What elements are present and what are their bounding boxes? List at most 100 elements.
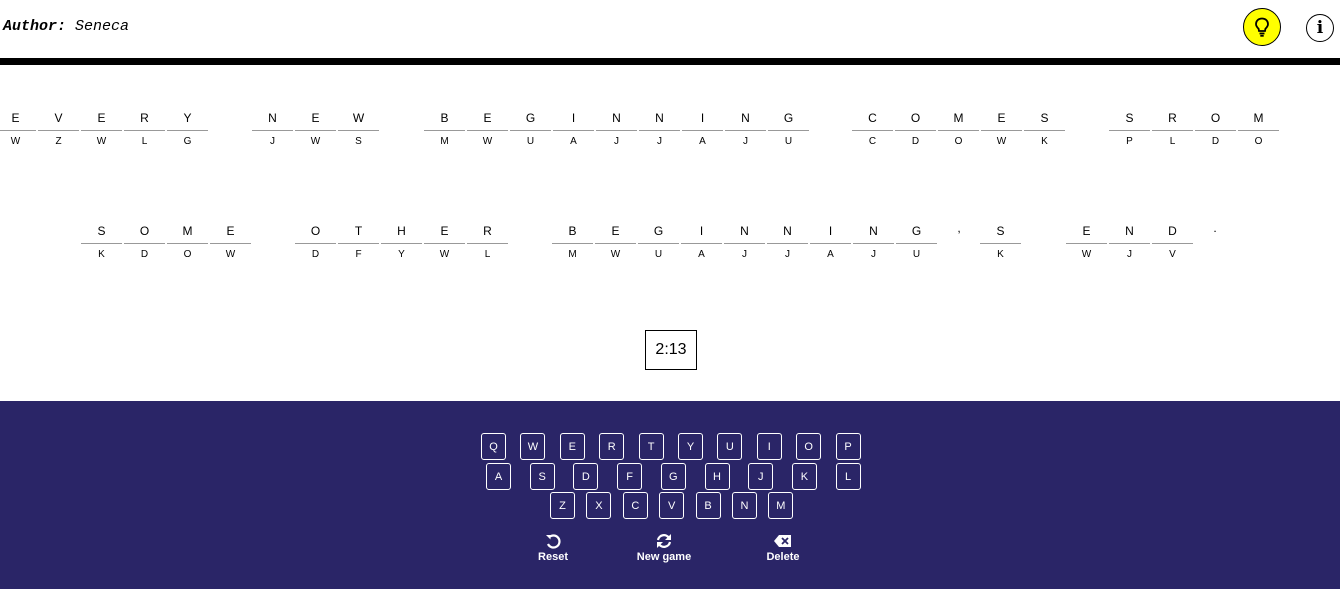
guess-letter: O [295,223,336,244]
key-z[interactable]: Z [550,492,575,519]
key-r[interactable]: R [599,433,625,460]
guess-letter: E [81,110,122,131]
guess-letter: I [682,110,723,131]
key-s[interactable]: S [529,463,555,490]
key-o[interactable]: O [796,433,822,460]
new-game-button[interactable]: New game [634,533,694,563]
cipher-letter: K [997,249,1004,260]
key-t[interactable]: T [638,433,664,460]
guess-letter: N [724,223,765,244]
cipher-letter: U [912,249,921,260]
cipher-letter: U [784,136,793,147]
key-n[interactable]: N [732,492,757,519]
guess-letter: I [553,110,594,131]
key-i[interactable]: I [756,433,782,460]
guess-letter: G [638,223,679,244]
guess-letter: C [852,110,893,131]
cipher-letter: Z [55,136,62,147]
guess-letter: T [338,223,379,244]
info-button[interactable]: i [1306,14,1334,42]
key-k[interactable]: K [791,463,817,490]
key-p[interactable]: P [835,433,861,460]
hint-button[interactable] [1243,8,1281,46]
cipher-letter: P [1126,136,1133,147]
cipher-letter: J [743,136,748,147]
cipher-letter: F [355,249,362,260]
guess-letter: N [853,223,894,244]
author-name: Seneca [75,18,130,35]
key-a[interactable]: A [486,463,511,490]
cipher-letter: G [183,136,192,147]
guess-letter: N [252,110,293,131]
guess-letter: D [1152,223,1193,244]
cipher-letter: D [911,136,920,147]
key-l[interactable]: L [835,463,861,490]
key-w[interactable]: W [520,433,546,460]
punctuation-mark: , [957,221,961,235]
guess-letter: G [896,223,937,244]
lightbulb-icon [1255,17,1269,37]
header-divider [0,58,1340,65]
guess-letter: H [381,223,422,244]
guess-letter: O [895,110,936,131]
guess-letter: S [1109,110,1150,131]
key-q[interactable]: Q [481,433,506,460]
key-c[interactable]: C [622,492,648,519]
guess-letter: N [725,110,766,131]
guess-letter: M [938,110,979,131]
timer: 2:13 [645,330,697,370]
new-game-label: New game [636,551,692,563]
info-icon: i [1316,18,1324,38]
cipher-letter: D [1211,136,1220,147]
key-f[interactable]: F [617,463,643,490]
cipher-letter: W [996,136,1007,147]
key-v[interactable]: V [659,492,685,519]
key-m[interactable]: M [768,492,794,519]
guess-letter: E [981,110,1022,131]
key-y[interactable]: Y [678,433,703,460]
guess-letter: R [467,223,508,244]
guess-letter: O [124,223,165,244]
cipher-letter: W [482,136,493,147]
key-e[interactable]: E [559,433,585,460]
cipher-letter: J [742,249,747,260]
guess-letter: S [980,223,1021,244]
cipher-letter: U [526,136,535,147]
guess-letter: B [552,223,593,244]
delete-button[interactable]: Delete [761,533,805,563]
cipher-letter: O [183,249,192,260]
cipher-letter: O [1254,136,1263,147]
guess-letter: E [1066,223,1107,244]
cipher-letter: W [610,249,621,260]
cipher-letter: V [1169,249,1176,260]
key-h[interactable]: H [704,463,730,490]
cipher-letter: K [98,249,105,260]
key-j[interactable]: J [748,463,774,490]
cipher-letter: A [698,249,705,260]
cipher-letter: D [140,249,149,260]
key-x[interactable]: X [586,492,612,519]
cipher-letter: M [440,136,449,147]
backspace-icon [774,535,791,547]
control-panel: QWERTYUIOP ASDFGHJKL ZXCVBNM Reset New gam… [0,401,1340,589]
guess-letter: M [167,223,208,244]
key-b[interactable]: B [695,492,721,519]
reset-button[interactable]: Reset [529,533,577,563]
cipher-letter: A [699,136,706,147]
cipher-letter: J [614,136,619,147]
puzzle-line: EWVZEWRLYGNJEWWSBMEWGUIANJNJIANJGUCCODMO… [0,110,1340,190]
puzzle-line: SKODMOEWODTFHYEWRLBMEWGUIANJNJIANJGU,SKE… [0,221,1340,303]
guess-letter: E [595,223,636,244]
key-d[interactable]: D [573,463,599,490]
author-line: Author: Seneca [3,18,129,35]
cipher-letter: J [270,136,275,147]
guess-letter: N [1109,223,1150,244]
author-label: Author: [3,18,67,35]
cipher-letter: C [868,136,877,147]
refresh-icon [656,534,672,548]
key-u[interactable]: U [717,433,743,460]
key-g[interactable]: G [660,463,686,490]
guess-letter: E [0,110,36,131]
guess-letter: R [1152,110,1193,131]
cipher-letter: K [1041,136,1048,147]
